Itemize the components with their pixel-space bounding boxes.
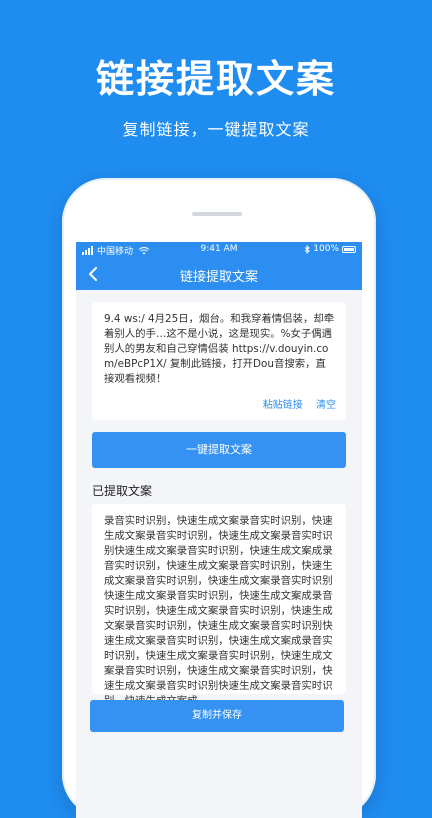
battery-percent: 100% (313, 244, 339, 254)
input-actions: 粘贴链接 清空 (253, 396, 336, 411)
battery-icon (342, 245, 356, 253)
status-right: 100% (304, 244, 356, 254)
status-bar: 中国移动 9:41 AM 100% (76, 242, 362, 258)
clear-button[interactable]: 清空 (316, 400, 336, 411)
result-card: 录音实时识别，快速生成文案录音实时识别，快速生成文案录音实时识别，快速生成文案录… (92, 504, 346, 707)
hero-subtitle: 复制链接，一键提取文案 (122, 120, 310, 139)
nav-bar: 链接提取文案 (76, 258, 362, 290)
nav-title: 链接提取文案 (179, 270, 258, 285)
extracted-section-label: 已提取文案 (92, 484, 153, 498)
phone-mockup: 中国移动 9:41 AM 100% 链接提取文案 9.4 ws:/ 4月25日，… (62, 178, 376, 818)
paste-link-button[interactable]: 粘贴链接 (263, 400, 303, 411)
extract-button[interactable]: 一键提取文案 (92, 432, 346, 468)
link-input-card[interactable]: 9.4 ws:/ 4月25日，烟台。和我穿着情侣装，却牵着别人的手…这不是小说，… (92, 302, 346, 420)
bluetooth-icon (304, 244, 310, 254)
hero-title: 链接提取文案 (95, 57, 336, 101)
result-text: 录音实时识别，快速生成文案录音实时识别，快速生成文案录音实时识别，快速生成文案录… (104, 515, 333, 707)
link-input-text[interactable]: 9.4 ws:/ 4月25日，烟台。和我穿着情侣装，却牵着别人的手…这不是小说，… (104, 312, 336, 387)
phone-screen: 中国移动 9:41 AM 100% 链接提取文案 9.4 ws:/ 4月25日，… (76, 242, 362, 818)
phone-speaker (192, 212, 242, 216)
copy-save-button[interactable]: 复制并保存 (90, 700, 344, 732)
